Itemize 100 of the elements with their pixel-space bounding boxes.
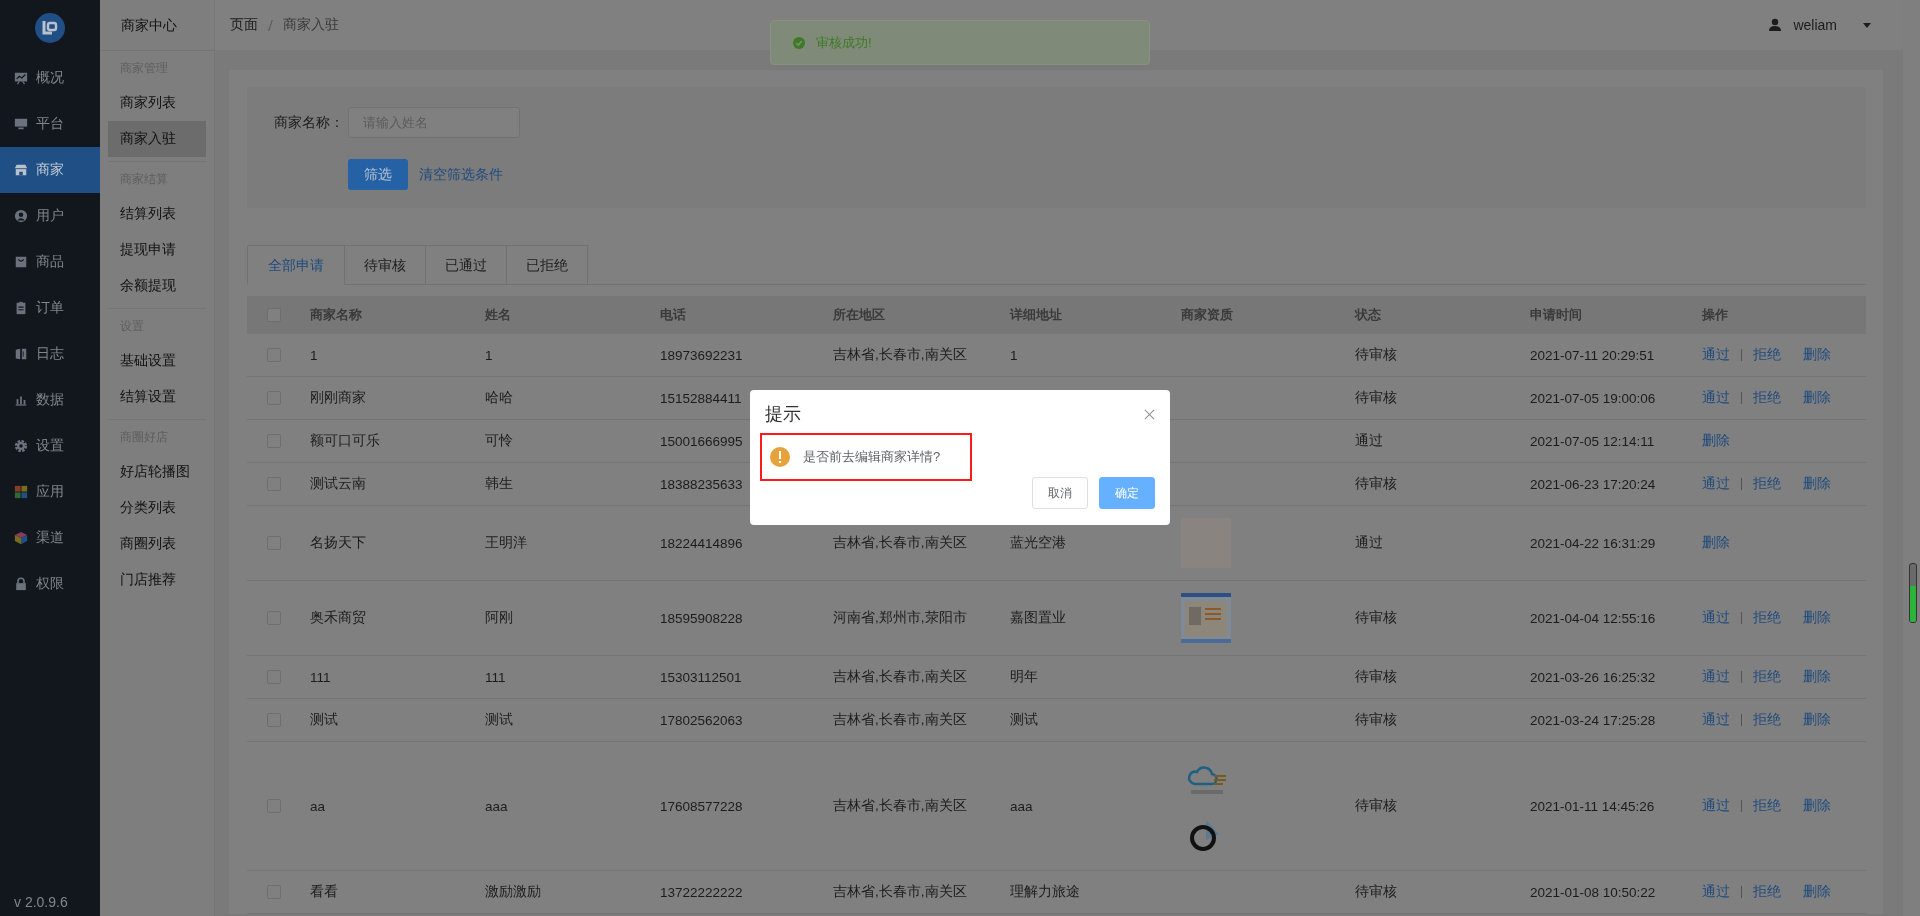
confirm-button[interactable]: 确定: [1099, 477, 1155, 509]
action-link[interactable]: 拒绝: [1753, 609, 1781, 627]
column-header: 姓名: [485, 306, 511, 324]
submenu-item[interactable]: 商圈列表: [108, 526, 206, 562]
action-link[interactable]: 通过: [1702, 671, 1742, 683]
sidebar-item[interactable]: 渠道: [0, 515, 100, 561]
submenu-item[interactable]: 结算设置: [108, 379, 206, 415]
action-link[interactable]: 删除: [1803, 475, 1831, 493]
action-link[interactable]: 删除: [1803, 883, 1831, 901]
column-header: 申请时间: [1530, 306, 1582, 324]
sidebar-item[interactable]: 商品: [0, 239, 100, 285]
submenu-item[interactable]: 好店轮播图: [108, 454, 206, 490]
table-cell: 2021-04-04 12:55:16: [1530, 610, 1656, 626]
action-link[interactable]: 通过: [1702, 478, 1742, 490]
action-link[interactable]: 删除: [1702, 534, 1730, 552]
table-cell: 18224414896: [660, 535, 743, 551]
sidebar-item[interactable]: 应用: [0, 469, 100, 515]
table-cell: 111: [485, 669, 506, 685]
table-cell: 阿刚: [485, 609, 513, 627]
tab[interactable]: 全部申请: [247, 245, 345, 285]
breadcrumb-item[interactable]: 页面: [230, 16, 258, 34]
toast-message: 审核成功!: [816, 33, 872, 52]
table-cell: 17608577228: [660, 798, 743, 814]
action-link[interactable]: 拒绝: [1753, 389, 1781, 407]
close-icon[interactable]: [1144, 408, 1155, 420]
table-cell: 吉林省,长春市,南关区: [833, 797, 967, 815]
submenu-item[interactable]: 结算列表: [108, 196, 206, 232]
sidebar-item[interactable]: 用户: [0, 193, 100, 239]
submenu-item[interactable]: 基础设置: [108, 343, 206, 379]
caret-icon[interactable]: [1863, 22, 1871, 28]
username[interactable]: weliam: [1793, 17, 1837, 33]
action-link[interactable]: 通过: [1702, 800, 1742, 812]
lock-icon: [14, 577, 28, 591]
presentation-icon: [14, 71, 28, 85]
table-cell: 可怜: [485, 432, 513, 450]
submenu-item[interactable]: 余额提现: [108, 268, 206, 304]
column-header: 详细地址: [1010, 306, 1062, 324]
sidebar-item[interactable]: 数据: [0, 377, 100, 423]
version-label: v 2.0.9.6: [13, 894, 69, 912]
table-cell: 通过: [1355, 534, 1383, 552]
clear-filter-link[interactable]: 清空筛选条件: [419, 165, 503, 184]
action-link[interactable]: 通过: [1702, 714, 1742, 726]
sidebar-item[interactable]: 日志: [0, 331, 100, 377]
submenu-item[interactable]: 门店推荐: [108, 562, 206, 598]
sidebar-item[interactable]: 商家: [0, 147, 100, 193]
table-cell: 吉林省,长春市,南关区: [833, 534, 967, 552]
tab[interactable]: 待审核: [345, 245, 426, 285]
filter-button[interactable]: 筛选: [348, 159, 408, 190]
action-link[interactable]: 删除: [1803, 346, 1831, 364]
tab[interactable]: 已通过: [426, 245, 507, 285]
action-link[interactable]: 通过: [1702, 349, 1742, 361]
sidebar-item[interactable]: 设置: [0, 423, 100, 469]
table-cell: 1: [1010, 347, 1018, 363]
table-cell: 待审核: [1355, 475, 1397, 493]
scroll-indicator[interactable]: [1909, 563, 1917, 623]
table-cell: 看看: [310, 883, 338, 901]
sidebar-item[interactable]: 概况: [0, 55, 100, 101]
table-cell: 2021-03-26 16:25:32: [1530, 669, 1656, 685]
action-link[interactable]: 删除: [1803, 609, 1831, 627]
action-link[interactable]: 通过: [1702, 612, 1742, 624]
table-cell: 待审核: [1355, 797, 1397, 815]
action-link[interactable]: 通过: [1702, 886, 1742, 898]
submenu-item[interactable]: 分类列表: [108, 490, 206, 526]
table-cell: 待审核: [1355, 346, 1397, 364]
sidebar-item[interactable]: 权限: [0, 561, 100, 607]
action-link[interactable]: 删除: [1803, 797, 1831, 815]
table-cell: 18388235633: [660, 476, 743, 492]
table-cell: 待审核: [1355, 609, 1397, 627]
action-link[interactable]: 通过: [1702, 392, 1742, 404]
action-link[interactable]: 删除: [1803, 711, 1831, 729]
submenu-item[interactable]: 提现申请: [108, 232, 206, 268]
tab[interactable]: 已拒绝: [507, 245, 588, 285]
submenu-item[interactable]: 商家入驻: [108, 121, 206, 157]
cube-icon: [14, 531, 28, 545]
document-thumbnail-drawing[interactable]: [1181, 593, 1231, 643]
table-cell: 激励激励: [485, 883, 541, 901]
action-link[interactable]: 拒绝: [1753, 346, 1781, 364]
submenu-title: 商家中心: [100, 0, 214, 51]
sidebar-item[interactable]: 订单: [0, 285, 100, 331]
store-icon: [14, 163, 28, 177]
table-cell: 17802562063: [660, 712, 743, 728]
action-link[interactable]: 拒绝: [1753, 668, 1781, 686]
sidebar-item[interactable]: 平台: [0, 101, 100, 147]
submenu-item[interactable]: 商家列表: [108, 85, 206, 121]
book-icon: [14, 347, 28, 361]
column-header: 商家资质: [1181, 306, 1233, 324]
table-cell: 通过: [1355, 432, 1383, 450]
table-cell: 13722222222: [660, 884, 743, 900]
action-link[interactable]: 拒绝: [1753, 711, 1781, 729]
column-header: 所在地区: [833, 306, 885, 324]
action-link[interactable]: 删除: [1803, 389, 1831, 407]
action-link[interactable]: 拒绝: [1753, 797, 1781, 815]
action-link[interactable]: 拒绝: [1753, 883, 1781, 901]
action-link[interactable]: 删除: [1803, 668, 1831, 686]
action-link[interactable]: 删除: [1702, 432, 1730, 450]
table-cell: 蓝光空港: [1010, 534, 1066, 552]
dialog-title: 提示: [765, 403, 801, 426]
cancel-button[interactable]: 取消: [1032, 477, 1088, 509]
action-link[interactable]: 拒绝: [1753, 475, 1781, 493]
table-cell: 2021-06-23 17:20:24: [1530, 476, 1656, 492]
